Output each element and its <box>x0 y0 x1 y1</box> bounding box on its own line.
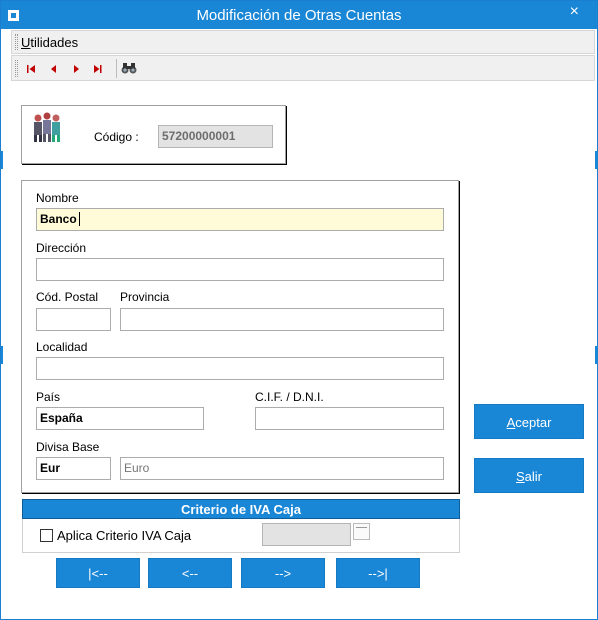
cod-postal-label: Cód. Postal <box>36 290 99 304</box>
menu-utilidades-accelerator: U <box>21 35 31 50</box>
direccion-field[interactable] <box>36 258 444 281</box>
nombre-label: Nombre <box>36 191 79 205</box>
last-record-button[interactable] <box>88 59 108 78</box>
provincia-field[interactable] <box>120 308 444 331</box>
calendar-icon <box>353 523 370 540</box>
toolbar-grip <box>15 60 18 77</box>
first-record-button[interactable] <box>22 59 42 78</box>
salir-accelerator: S <box>515 469 525 484</box>
last-record-icon <box>94 65 102 73</box>
localidad-field[interactable] <box>36 357 444 380</box>
aceptar-accelerator: A <box>506 415 516 430</box>
menu-grip <box>15 34 18 50</box>
nombre-field[interactable]: Banco <box>36 208 444 231</box>
codigo-label: Código : <box>94 130 139 144</box>
iva-caja-date-field <box>262 523 351 546</box>
previous-record-button[interactable] <box>44 59 64 78</box>
search-button[interactable] <box>118 59 140 78</box>
cif-field[interactable] <box>255 407 444 430</box>
nombre-value: Banco <box>40 212 77 226</box>
previous-record-icon <box>51 65 56 73</box>
cod-postal-field[interactable] <box>36 308 111 331</box>
menu-bar: Utilidades <box>11 30 595 54</box>
iva-caja-header: Criterio de IVA Caja <box>22 499 460 519</box>
title-bar[interactable]: Modificación de Otras Cuentas × <box>1 1 597 29</box>
people-icon <box>34 112 60 142</box>
window-title: Modificación de Otras Cuentas <box>196 7 402 24</box>
close-icon[interactable]: × <box>570 3 579 21</box>
menu-utilidades[interactable]: Utilidades <box>21 35 78 50</box>
dialog-window: Modificación de Otras Cuentas × Utilidad… <box>0 0 598 620</box>
aceptar-button[interactable]: Aceptar <box>474 404 584 439</box>
codigo-field[interactable]: 57200000001 <box>158 125 273 148</box>
divisa-code-field[interactable]: Eur <box>36 457 111 480</box>
aceptar-label: ceptar <box>515 415 552 430</box>
direccion-label: Dirección <box>36 241 87 255</box>
salir-label: alir <box>524 469 542 484</box>
localidad-label: Localidad <box>36 340 88 354</box>
divisa-label: Divisa Base <box>36 440 100 454</box>
next-record-button[interactable] <box>66 59 86 78</box>
toolbar-separator <box>116 59 117 78</box>
nav-last-button[interactable]: -->| <box>336 558 420 588</box>
nav-previous-button[interactable]: <-- <box>148 558 232 588</box>
nav-next-button[interactable]: --> <box>241 558 325 588</box>
pais-label: País <box>36 390 61 404</box>
first-record-icon <box>27 65 35 73</box>
aplica-iva-caja-checkbox[interactable] <box>40 529 53 542</box>
menu-utilidades-label: tilidades <box>30 35 79 50</box>
text-caret <box>78 212 80 226</box>
aplica-iva-caja-label[interactable]: Aplica Criterio IVA Caja <box>57 528 191 543</box>
cif-label: C.I.F. / D.N.I. <box>255 390 324 404</box>
salir-button[interactable]: Salir <box>474 458 584 493</box>
divisa-name-field: Euro <box>120 457 444 480</box>
window-edge <box>1 151 3 169</box>
account-header-card: Código : 57200000001 <box>21 105 286 164</box>
provincia-label: Provincia <box>120 290 170 304</box>
nav-first-button[interactable]: |<-- <box>56 558 140 588</box>
binoculars-icon <box>121 63 137 74</box>
window-edge <box>1 346 3 364</box>
pais-field[interactable]: España <box>36 407 204 430</box>
next-record-icon <box>74 65 79 73</box>
toolbar <box>11 55 595 81</box>
